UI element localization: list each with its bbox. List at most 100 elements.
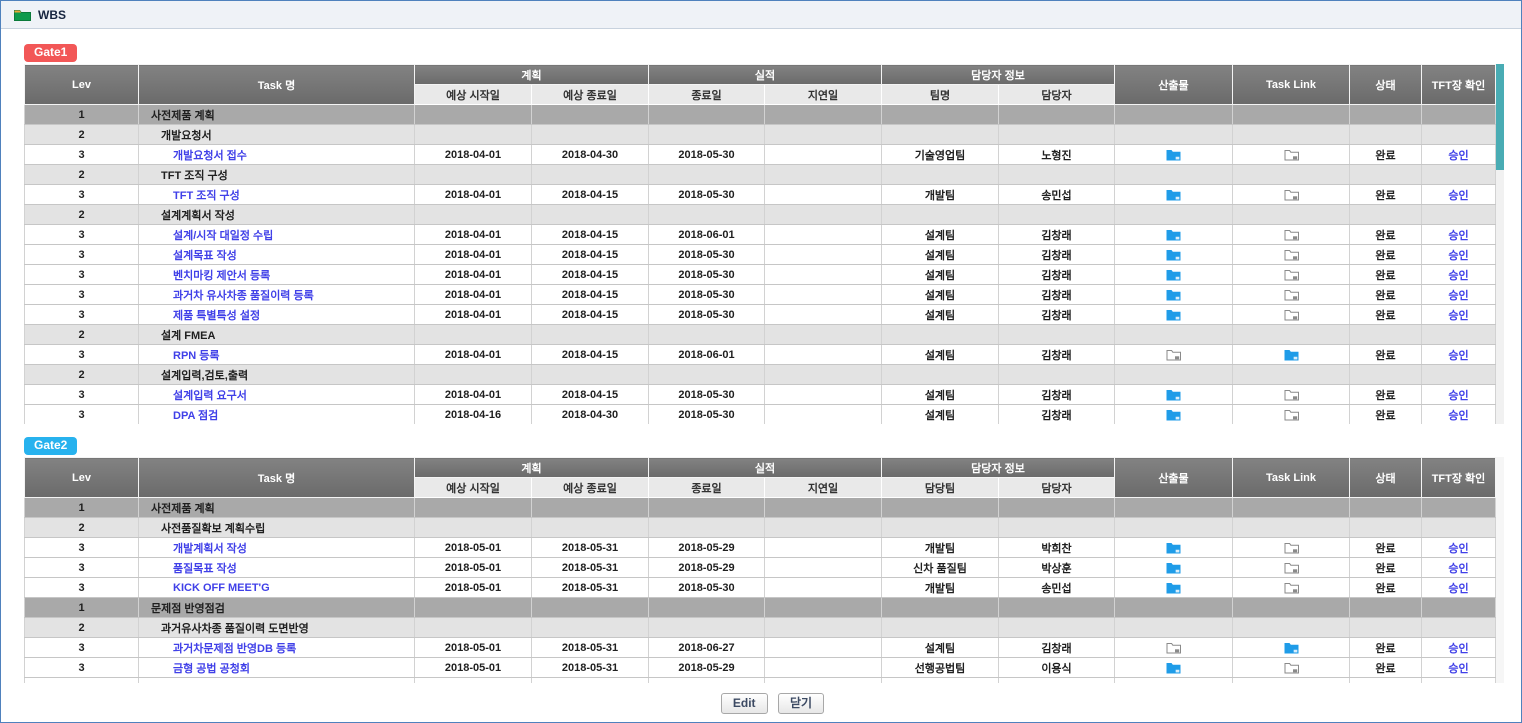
approve-link[interactable]: 승인 xyxy=(1448,230,1468,242)
approve-link[interactable]: 승인 xyxy=(1448,390,1468,402)
task-name-link[interactable]: 제품 특별특성 설정 xyxy=(173,310,260,322)
task-name-link[interactable]: 개발요청서 접수 xyxy=(173,150,247,162)
output-folder-icon[interactable] xyxy=(1166,561,1181,573)
output-folder-icon[interactable] xyxy=(1166,541,1181,553)
team-cell: 설계팀 xyxy=(882,638,999,658)
task-name-link[interactable]: 설계/시작 대일정 수립 xyxy=(173,230,273,242)
approve-link[interactable]: 승인 xyxy=(1448,410,1468,422)
output-folder-icon[interactable] xyxy=(1166,641,1181,653)
approve-link[interactable]: 승인 xyxy=(1448,190,1468,202)
task-name-link[interactable]: 설계목표 작성 xyxy=(173,250,237,262)
task-name-link[interactable]: 설계입력 요구서 xyxy=(173,390,247,402)
task-link-cell xyxy=(1233,245,1350,265)
task-name-link[interactable]: 과거차문제점 반영DB 등록 xyxy=(173,643,296,655)
output-folder-icon[interactable] xyxy=(1166,661,1181,673)
approve-link[interactable]: 승인 xyxy=(1448,270,1468,282)
task-name-link[interactable]: 개발계획서 작성 xyxy=(173,543,247,555)
approve-link[interactable]: 승인 xyxy=(1448,310,1468,322)
status-cell: 완료 xyxy=(1350,638,1422,658)
team-cell: 설계팀 xyxy=(882,305,999,325)
approve-link[interactable]: 승인 xyxy=(1448,543,1468,555)
output-folder-icon[interactable] xyxy=(1166,348,1181,360)
task-name-link[interactable]: TFT 조직 구성 xyxy=(173,190,240,202)
output-folder-icon[interactable] xyxy=(1166,408,1181,420)
approve-link[interactable]: 승인 xyxy=(1448,290,1468,302)
task-link-folder-icon[interactable] xyxy=(1284,581,1299,593)
plan-start-cell: 2018-04-01 xyxy=(415,305,532,325)
task-link-folder-icon[interactable] xyxy=(1284,641,1299,653)
task-link-folder-icon[interactable] xyxy=(1284,248,1299,260)
task-link-folder-icon[interactable] xyxy=(1284,561,1299,573)
task-cell: TFT 조직 구성 xyxy=(139,165,415,185)
output-folder-icon[interactable] xyxy=(1166,248,1181,260)
task-link-folder-icon[interactable] xyxy=(1284,348,1299,360)
task-link-folder-icon[interactable] xyxy=(1284,388,1299,400)
task-name-label: 설계입력,검토,출력 xyxy=(161,370,248,382)
col-subheader-plan-end: 예상 종료일 xyxy=(532,478,649,498)
task-name-link[interactable]: DPA 점검 xyxy=(173,410,218,422)
approve-link[interactable]: 승인 xyxy=(1448,663,1468,675)
team-cell xyxy=(882,498,999,518)
task-link-folder-icon[interactable] xyxy=(1284,188,1299,200)
col-header-plan-group: 계획 xyxy=(415,65,649,85)
delay-cell xyxy=(765,405,882,425)
output-folder-icon[interactable] xyxy=(1166,148,1181,160)
status-cell: 완료 xyxy=(1350,385,1422,405)
task-link-folder-icon[interactable] xyxy=(1284,228,1299,240)
task-link-folder-icon[interactable] xyxy=(1284,308,1299,320)
status-cell xyxy=(1350,598,1422,618)
output-folder-icon[interactable] xyxy=(1166,388,1181,400)
output-folder-icon[interactable] xyxy=(1166,308,1181,320)
approve-link[interactable]: 승인 xyxy=(1448,563,1468,575)
plan-start-cell: 2018-04-01 xyxy=(415,345,532,365)
lev-cell: 2 xyxy=(25,165,139,185)
output-cell xyxy=(1115,538,1233,558)
output-folder-icon[interactable] xyxy=(1166,288,1181,300)
task-link-cell xyxy=(1233,105,1350,125)
output-cell xyxy=(1115,405,1233,425)
task-link-folder-icon[interactable] xyxy=(1284,148,1299,160)
task-link-cell xyxy=(1233,598,1350,618)
task-link-folder-icon[interactable] xyxy=(1284,408,1299,420)
scrollbar-thumb[interactable] xyxy=(1496,64,1504,170)
plan-start-cell: 2018-04-16 xyxy=(415,405,532,425)
task-name-link[interactable]: 벤치마킹 제안서 등록 xyxy=(173,270,270,282)
vertical-scrollbar[interactable] xyxy=(1496,64,1504,424)
task-name-link[interactable]: RPN 등록 xyxy=(173,350,220,362)
approve-link[interactable]: 승인 xyxy=(1448,350,1468,362)
status-cell xyxy=(1350,325,1422,345)
tft-confirm-cell: 승인 xyxy=(1422,538,1496,558)
output-folder-icon[interactable] xyxy=(1166,268,1181,280)
approve-link[interactable]: 승인 xyxy=(1448,250,1468,262)
status-cell xyxy=(1350,205,1422,225)
table-row: 3제품 특별특성 설정2018-04-012018-04-152018-05-3… xyxy=(25,305,1496,325)
task-link-folder-icon[interactable] xyxy=(1284,661,1299,673)
team-cell: 개발팀 xyxy=(882,578,999,598)
edit-button[interactable]: Edit xyxy=(721,693,768,714)
task-name-link[interactable]: 품질목표 작성 xyxy=(173,563,237,575)
approve-link[interactable]: 승인 xyxy=(1448,583,1468,595)
lev-cell: 3 xyxy=(25,345,139,365)
close-button[interactable]: 닫기 xyxy=(778,693,824,714)
task-name-link[interactable]: 금형 공법 공청회 xyxy=(173,663,250,675)
output-folder-icon[interactable] xyxy=(1166,228,1181,240)
output-folder-icon[interactable] xyxy=(1166,188,1181,200)
status-cell: 완료 xyxy=(1350,145,1422,165)
task-name-link[interactable]: 과거차 유사차종 품질이력 등록 xyxy=(173,290,314,302)
approve-link[interactable]: 승인 xyxy=(1448,150,1468,162)
approve-link[interactable]: 승인 xyxy=(1448,643,1468,655)
task-link-folder-icon[interactable] xyxy=(1284,541,1299,553)
delay-cell xyxy=(765,205,882,225)
delay-cell xyxy=(765,285,882,305)
owner-cell xyxy=(999,365,1115,385)
task-link-folder-icon[interactable] xyxy=(1284,268,1299,280)
vertical-scrollbar[interactable] xyxy=(1496,457,1504,683)
task-link-folder-icon[interactable] xyxy=(1284,288,1299,300)
output-cell xyxy=(1115,518,1233,538)
task-name-link[interactable]: KICK OFF MEET'G xyxy=(173,582,270,594)
task-cell: 설계입력,검토,출력 xyxy=(139,365,415,385)
delay-cell xyxy=(765,185,882,205)
status-cell xyxy=(1350,498,1422,518)
tft-confirm-cell xyxy=(1422,365,1496,385)
output-folder-icon[interactable] xyxy=(1166,581,1181,593)
